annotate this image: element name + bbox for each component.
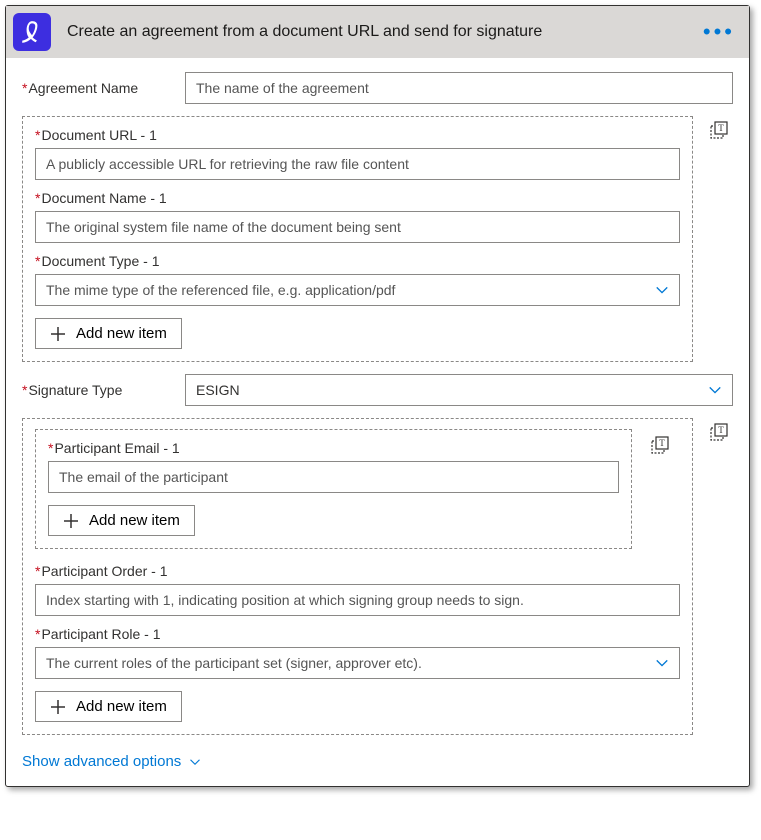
document-type-field: *Document Type - 1 The mime type of the … xyxy=(35,253,680,306)
document-name-field: *Document Name - 1 xyxy=(35,190,680,243)
document-type-label: Document Type - 1 xyxy=(41,253,159,269)
plus-icon xyxy=(50,326,66,342)
document-url-input[interactable] xyxy=(35,148,680,180)
svg-text:T: T xyxy=(718,425,724,435)
signature-type-select[interactable]: ESIGN xyxy=(185,374,733,406)
agreement-name-row: *Agreement Name xyxy=(22,72,733,104)
adobe-sign-icon xyxy=(13,13,51,51)
participant-role-select[interactable]: The current roles of the participant set… xyxy=(35,647,680,679)
dynamic-content-icon[interactable]: T xyxy=(709,120,729,140)
participant-email-input[interactable] xyxy=(48,461,619,493)
participant-email-field: *Participant Email - 1 xyxy=(48,440,619,493)
add-document-button[interactable]: Add new item xyxy=(35,318,182,349)
participant-role-label: Participant Role - 1 xyxy=(41,626,160,642)
card-header: Create an agreement from a document URL … xyxy=(6,6,749,58)
plus-icon xyxy=(50,699,66,715)
participant-email-group: *Participant Email - 1 Add new item xyxy=(35,429,632,549)
svg-text:T: T xyxy=(659,438,665,448)
document-type-select[interactable]: The mime type of the referenced file, e.… xyxy=(35,274,680,306)
svg-text:T: T xyxy=(718,123,724,133)
participant-role-field: *Participant Role - 1 The current roles … xyxy=(35,626,680,679)
document-name-label: Document Name - 1 xyxy=(41,190,166,206)
document-url-field: *Document URL - 1 xyxy=(35,127,680,180)
chevron-down-icon xyxy=(189,756,201,768)
document-group: *Document URL - 1 *Document Name - 1 *Do… xyxy=(22,116,693,362)
participant-group: *Participant Email - 1 Add new item T xyxy=(22,418,693,735)
card-body: *Agreement Name *Document URL - 1 *Docum… xyxy=(6,58,749,786)
chevron-down-icon xyxy=(655,656,669,670)
participant-order-input[interactable] xyxy=(35,584,680,616)
add-participant-button[interactable]: Add new item xyxy=(35,691,182,722)
chevron-down-icon xyxy=(708,383,722,397)
participant-email-label: Participant Email - 1 xyxy=(54,440,179,456)
participant-order-label: Participant Order - 1 xyxy=(41,563,167,579)
participant-email-wrap: *Participant Email - 1 Add new item T xyxy=(35,429,680,549)
dynamic-content-icon[interactable]: T xyxy=(709,422,729,442)
signature-type-row: *Signature Type ESIGN xyxy=(22,374,733,406)
signature-type-label: *Signature Type xyxy=(22,382,177,398)
more-menu-button[interactable]: ••• xyxy=(699,19,739,45)
agreement-name-label: *Agreement Name xyxy=(22,80,177,96)
participant-group-wrap: *Participant Email - 1 Add new item T xyxy=(22,418,733,735)
action-card: Create an agreement from a document URL … xyxy=(5,5,750,787)
agreement-name-input[interactable] xyxy=(185,72,733,104)
dynamic-content-icon[interactable]: T xyxy=(650,435,670,455)
document-group-wrap: *Document URL - 1 *Document Name - 1 *Do… xyxy=(22,116,733,362)
chevron-down-icon xyxy=(655,283,669,297)
add-participant-email-button[interactable]: Add new item xyxy=(48,505,195,536)
action-title: Create an agreement from a document URL … xyxy=(67,23,699,41)
show-advanced-options-link[interactable]: Show advanced options xyxy=(22,753,201,770)
participant-order-field: *Participant Order - 1 xyxy=(35,563,680,616)
plus-icon xyxy=(63,513,79,529)
document-url-label: Document URL - 1 xyxy=(41,127,156,143)
document-name-input[interactable] xyxy=(35,211,680,243)
